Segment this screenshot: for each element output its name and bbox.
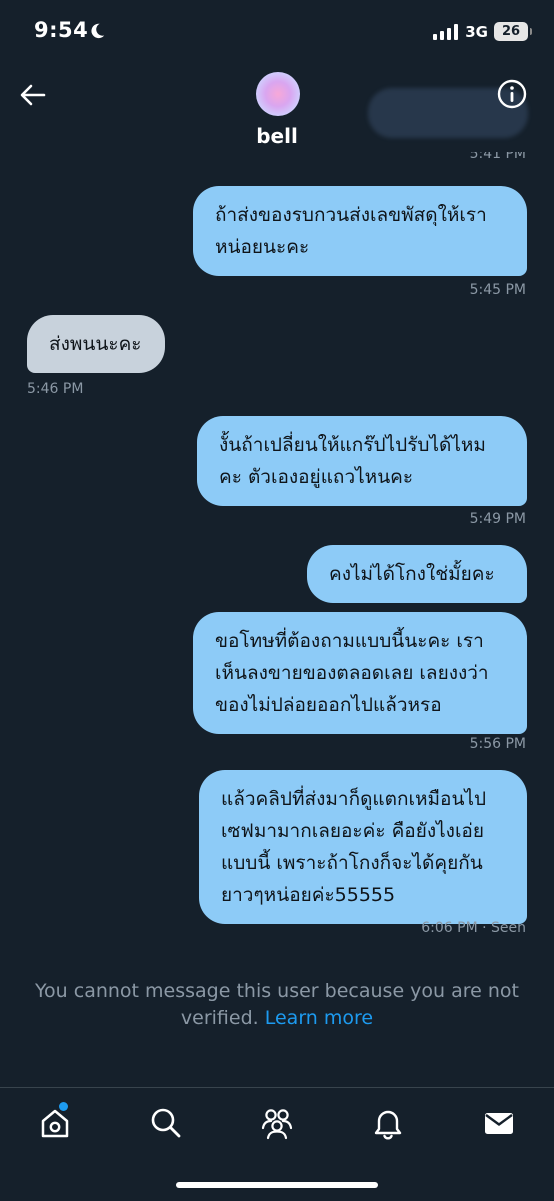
message-line: ยาวๆหน่อยค่ะ55555 [221,884,396,906]
status-indicators: 3G 26 [433,22,532,41]
message-timestamp: 5:41 PM [469,152,526,162]
learn-more-link[interactable]: Learn more [265,1007,373,1029]
cannot-message-notice: You cannot message this user because you… [24,978,530,1032]
message-timestamp: 5:49 PM [469,511,526,527]
message-line: แบบนี้ เพราะถ้าโกงก็จะได้คุยกัน [221,852,483,874]
message-timestamp: 5:56 PM [469,736,526,752]
info-icon[interactable] [496,78,528,110]
message-line: หน่อยนะคะ [215,236,310,258]
message-timestamp: 6:06 PM · Seen [421,920,526,936]
network-label: 3G [465,22,488,41]
signal-icon [433,23,459,40]
outgoing-message[interactable]: ถ้าส่งของรบกวนส่งเลขพัสดุให้เรา หน่อยนะค… [193,186,527,276]
back-arrow-icon[interactable] [18,80,48,110]
seen-status: · Seen [482,920,526,936]
messages-icon[interactable] [482,1106,516,1140]
home-icon[interactable] [38,1106,72,1140]
unread-indicator-dot [59,1102,68,1111]
message-time: 6:06 PM [421,920,478,936]
message-line: ขอโทษที่ต้องถามแบบนี้นะคะ เรา [215,630,484,652]
message-line: ถ้าส่งของรบกวนส่งเลขพัสดุให้เรา [215,204,487,226]
conversation-header: bell [0,66,554,158]
moon-icon [91,23,105,39]
notifications-icon[interactable] [371,1106,405,1140]
home-indicator-bar[interactable] [176,1182,378,1188]
outgoing-message[interactable]: คงไม่ได้โกงใช่มั้ยคะ [307,545,527,603]
avatar[interactable] [256,72,300,116]
message-line: งั้นถ้าเปลี่ยนให้แกร๊ปไปรับได้ไหม [219,434,486,456]
outgoing-message[interactable]: ขอโทษที่ต้องถามแบบนี้นะคะ เรา เห็นลงขายข… [193,612,527,734]
message-line: เซฟมามากเลยอะค่ะ คือยังไงเอ่ย [221,820,484,842]
communities-icon[interactable] [260,1106,294,1140]
message-line: เห็นลงขายของตลอดเลย เลยงงว่า [215,662,489,684]
incoming-message[interactable]: ส่งพนนะคะ [27,315,165,373]
message-timestamp: 5:46 PM [27,381,84,397]
contact-name[interactable]: bell [0,124,554,148]
message-line: ของไม่ปล่อยออกไปแล้วหรอ [215,694,442,716]
message-line: คะ ตัวเองอยู่แถวไหนคะ [219,466,414,488]
search-icon[interactable] [149,1106,183,1140]
status-time: 9:54 [34,18,89,42]
outgoing-message[interactable]: งั้นถ้าเปลี่ยนให้แกร๊ปไปรับได้ไหม คะ ตัว… [197,416,527,506]
message-line: แล้วคลิปที่ส่งมาก็ดูแตกเหมือนไป [221,788,487,810]
message-timestamp: 5:45 PM [469,282,526,298]
battery-indicator: 26 [494,22,532,41]
message-line: คงไม่ได้โกงใช่มั้ยคะ [329,563,495,585]
message-line: ส่งพนนะคะ [49,333,142,355]
outgoing-message[interactable]: แล้วคลิปที่ส่งมาก็ดูแตกเหมือนไป เซฟมามาก… [199,770,527,924]
status-bar: 9:54 3G 26 [0,0,554,66]
